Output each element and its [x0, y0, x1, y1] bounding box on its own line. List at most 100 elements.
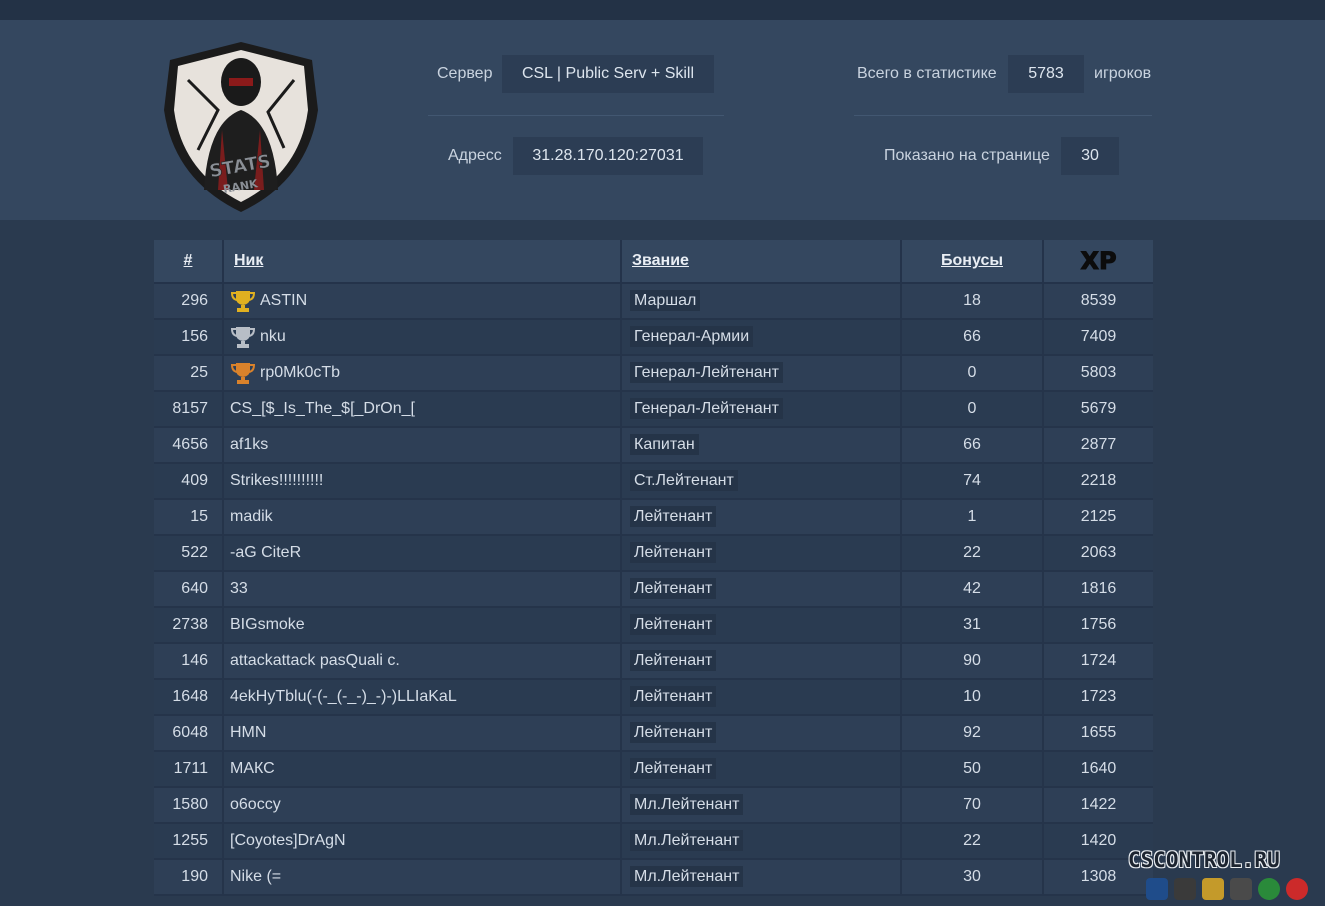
- player-bonus: 1: [901, 499, 1044, 536]
- player-xp: 1724: [1043, 643, 1153, 680]
- player-bonus: 92: [901, 715, 1044, 752]
- player-bonus: 90: [901, 643, 1044, 680]
- table-row: 4656 af1ks Капитан 66 2877: [154, 427, 1153, 464]
- player-nick[interactable]: ASTIN: [260, 292, 307, 309]
- table-row: 2738 BIGsmoke Лейтенант 31 1756: [154, 607, 1153, 644]
- player-rank-cell: Лейтенант: [621, 751, 902, 788]
- player-nick-cell[interactable]: CS_[$_Is_The_$[_DrOn_[: [223, 391, 622, 428]
- player-rank-cell: Мл.Лейтенант: [621, 787, 902, 824]
- player-rank: Лейтенант: [630, 578, 717, 599]
- player-rank-cell: Лейтенант: [621, 607, 902, 644]
- player-rank: Мл.Лейтенант: [630, 830, 744, 851]
- player-nick-cell[interactable]: HMN: [223, 715, 622, 752]
- column-header-nick[interactable]: Ник: [223, 240, 622, 284]
- table-row: 6048 HMN Лейтенант 92 1655: [154, 715, 1153, 752]
- player-nick-cell[interactable]: МАКС: [223, 751, 622, 788]
- player-nick[interactable]: rp0Mk0cTb: [260, 364, 340, 381]
- player-position: 2738: [154, 607, 224, 644]
- table-row: 409 Strikes!!!!!!!!!! Ст.Лейтенант 74 2218: [154, 463, 1153, 500]
- player-nick[interactable]: Strikes!!!!!!!!!!: [230, 472, 323, 489]
- table-row: 1711 МАКС Лейтенант 50 1640: [154, 751, 1153, 788]
- player-nick[interactable]: Nike (=: [230, 868, 281, 885]
- player-nick[interactable]: 4ekHyTblu(-(-_(-_-)_-)-)LLIaKaL: [230, 688, 457, 705]
- player-nick-cell[interactable]: 4ekHyTblu(-(-_(-_-)_-)-)LLIaKaL: [223, 679, 622, 716]
- player-bonus: 0: [901, 355, 1044, 392]
- player-rank-cell: Генерал-Армии: [621, 319, 902, 356]
- counter-strike-icon: [1146, 878, 1168, 900]
- player-bonus: 74: [901, 463, 1044, 500]
- player-rank-cell: Лейтенант: [621, 715, 902, 752]
- player-nick-cell[interactable]: Nike (=: [223, 859, 622, 896]
- player-nick[interactable]: madik: [230, 508, 273, 525]
- server-name-value: CSL | Public Serv + Skill: [502, 55, 714, 93]
- player-nick-cell[interactable]: af1ks: [223, 427, 622, 464]
- player-position: 1648: [154, 679, 224, 716]
- player-nick[interactable]: МАКС: [230, 760, 275, 777]
- player-nick-cell[interactable]: madik: [223, 499, 622, 536]
- player-rank-cell: Маршал: [621, 283, 902, 320]
- table-row: 1580 o6occy Мл.Лейтенант 70 1422: [154, 787, 1153, 824]
- player-rank: Лейтенант: [630, 686, 717, 707]
- column-header-bonus[interactable]: Бонусы: [901, 240, 1044, 284]
- player-position: 8157: [154, 391, 224, 428]
- player-xp: 1422: [1043, 787, 1153, 824]
- stats-rank-logo: STATS RANK: [158, 40, 324, 214]
- silver-trophy-icon: [230, 325, 256, 349]
- table-row: 640 33 Лейтенант 42 1816: [154, 571, 1153, 608]
- player-position: 6048: [154, 715, 224, 752]
- table-row: 15 madik Лейтенант 1 2125: [154, 499, 1153, 536]
- player-rank: Лейтенант: [630, 506, 717, 527]
- player-bonus: 50: [901, 751, 1044, 788]
- player-xp: 2125: [1043, 499, 1153, 536]
- player-bonus: 42: [901, 571, 1044, 608]
- player-rank-cell: Лейтенант: [621, 679, 902, 716]
- player-rank: Мл.Лейтенант: [630, 866, 744, 887]
- player-position: 640: [154, 571, 224, 608]
- player-nick[interactable]: BIGsmoke: [230, 616, 305, 633]
- player-rank: Лейтенант: [630, 542, 717, 563]
- player-nick-cell[interactable]: attackattack pasQuali c.: [223, 643, 622, 680]
- column-header-xp[interactable]: XP: [1043, 240, 1153, 284]
- player-xp: 5679: [1043, 391, 1153, 428]
- player-nick[interactable]: -aG CiteR: [230, 544, 301, 561]
- table-row: 522 -aG CiteR Лейтенант 22 2063: [154, 535, 1153, 572]
- player-nick-cell[interactable]: -aG CiteR: [223, 535, 622, 572]
- player-nick[interactable]: [Coyotes]DrAgN: [230, 832, 346, 849]
- player-nick[interactable]: CS_[$_Is_The_$[_DrOn_[: [230, 400, 415, 417]
- player-xp: 7409: [1043, 319, 1153, 356]
- player-bonus: 31: [901, 607, 1044, 644]
- player-xp: 2063: [1043, 535, 1153, 572]
- player-bonus: 70: [901, 787, 1044, 824]
- player-nick-cell[interactable]: o6occy: [223, 787, 622, 824]
- player-position: 1255: [154, 823, 224, 860]
- player-xp: 1723: [1043, 679, 1153, 716]
- player-nick[interactable]: af1ks: [230, 436, 268, 453]
- column-header-rank[interactable]: Звание: [621, 240, 902, 284]
- player-rank: Лейтенант: [630, 758, 717, 779]
- player-bonus: 66: [901, 427, 1044, 464]
- player-position: 4656: [154, 427, 224, 464]
- player-nick-cell[interactable]: ASTIN: [223, 283, 622, 320]
- table-row: 8157 CS_[$_Is_The_$[_DrOn_[Генерал-Лейтен…: [154, 391, 1153, 428]
- player-nick-cell[interactable]: BIGsmoke: [223, 607, 622, 644]
- player-nick[interactable]: 33: [230, 580, 248, 597]
- player-nick[interactable]: attackattack pasQuali c.: [230, 652, 400, 669]
- player-xp: 8539: [1043, 283, 1153, 320]
- player-position: 146: [154, 643, 224, 680]
- player-nick-cell[interactable]: 33: [223, 571, 622, 608]
- player-xp: 1756: [1043, 607, 1153, 644]
- player-position: 1711: [154, 751, 224, 788]
- player-rank-cell: Лейтенант: [621, 643, 902, 680]
- player-nick[interactable]: o6occy: [230, 796, 281, 813]
- column-header-number[interactable]: #: [154, 240, 224, 284]
- player-nick-cell[interactable]: rp0Mk0cTb: [223, 355, 622, 392]
- player-nick-cell[interactable]: nku: [223, 319, 622, 356]
- player-nick-cell[interactable]: [Coyotes]DrAgN: [223, 823, 622, 860]
- player-nick[interactable]: nku: [260, 328, 286, 345]
- player-nick[interactable]: HMN: [230, 724, 266, 741]
- table-row: 156 nku Генерал-Армии 66 7409: [154, 319, 1153, 356]
- player-xp: 1640: [1043, 751, 1153, 788]
- player-nick-cell[interactable]: Strikes!!!!!!!!!!: [223, 463, 622, 500]
- top-strip: [0, 0, 1325, 20]
- per-page-value: 30: [1061, 137, 1119, 175]
